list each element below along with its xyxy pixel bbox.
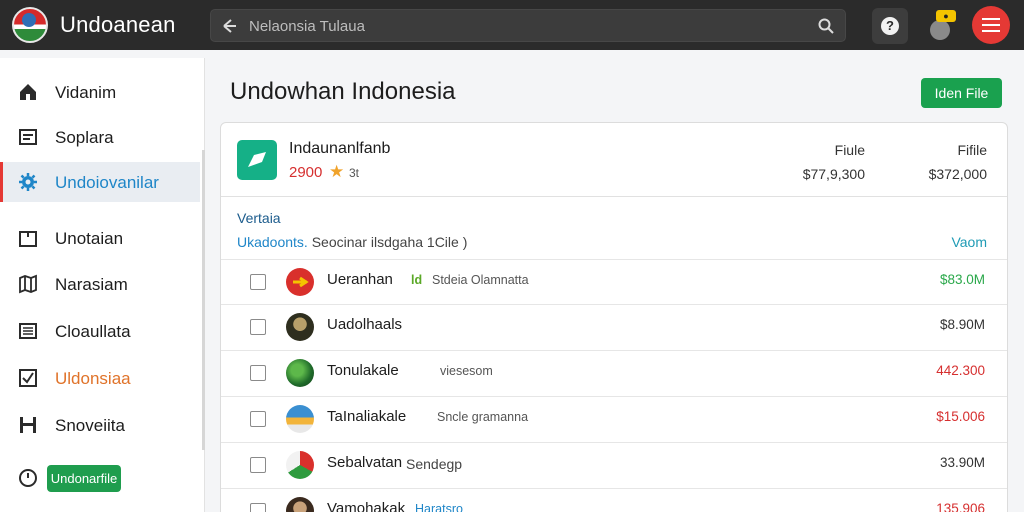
box-icon	[18, 228, 38, 248]
new-file-button[interactable]: Iden File	[921, 78, 1002, 108]
bell-icon	[930, 20, 950, 40]
sidebar-item-list[interactable]: Soplara	[0, 117, 200, 157]
list-icon	[18, 127, 38, 147]
row-name: Ueranhan	[327, 271, 393, 288]
sidebar-item-label: Uldonsiaa	[55, 369, 131, 388]
sidebar-item-table[interactable]: Cloaullata	[0, 311, 200, 351]
row-name: Tonulakale	[327, 362, 399, 379]
row-value: $15.006	[936, 409, 985, 424]
home-icon	[18, 82, 38, 102]
row-tag-highlight: ld	[411, 273, 423, 287]
power-icon[interactable]	[18, 468, 38, 488]
sidebar-item-checklist[interactable]: Uldonsiaa	[0, 358, 200, 398]
content-card: Indaunanlfanb 2900 ★ 3t Fiule $77,9,300 …	[220, 122, 1008, 512]
row-value: $83.0M	[939, 272, 985, 287]
stat-heading: Fifile	[957, 142, 987, 158]
rating-extra: 3t	[349, 166, 360, 180]
section-title: Vertaia	[237, 210, 281, 226]
sidebar-item-box[interactable]: Unotaian	[0, 218, 200, 258]
sidebar-item-label: Narasiam	[55, 275, 128, 294]
row-value: 442.300	[936, 363, 985, 378]
rating-value: 2900	[289, 164, 323, 181]
sidebar-item-home[interactable]: Vidanim	[0, 72, 200, 112]
card-header: Indaunanlfanb 2900 ★ 3t Fiule $77,9,300 …	[221, 123, 1007, 197]
avatar	[286, 268, 314, 296]
row-tag: viesesom	[440, 364, 493, 378]
row-checkbox[interactable]	[250, 365, 266, 381]
company-logo	[237, 140, 277, 180]
view-all-link[interactable]: Vaom	[951, 234, 987, 250]
back-arrow-icon[interactable]	[221, 17, 239, 35]
avatar	[286, 359, 314, 387]
avatar	[286, 497, 314, 512]
row-value: $8.90M	[939, 317, 985, 332]
row-checkbox[interactable]	[250, 503, 266, 512]
stat-column-1: Fiule $77,9,300	[745, 142, 865, 182]
app-title: Undoanean	[60, 12, 176, 37]
sidebar-item-label: Unotaian	[55, 229, 124, 248]
hamburger-icon	[982, 18, 1000, 20]
sidebar-scrollbar[interactable]	[202, 150, 205, 450]
star-icon: ★	[329, 162, 345, 181]
search-bar[interactable]	[210, 9, 846, 42]
sidebar-item-label: Snoveiita	[55, 416, 125, 435]
table-icon	[18, 321, 38, 341]
row-name: Uadolhaals	[327, 316, 403, 333]
search-icon[interactable]	[817, 17, 835, 35]
top-bar: Undoanean ? ●	[0, 0, 1024, 50]
menu-button[interactable]	[972, 6, 1010, 44]
sidebar: Vidanim Soplara Undoiovanilar Unotaian N…	[0, 58, 205, 512]
stat-heading: Fiule	[834, 142, 865, 158]
stat-value: $77,9,300	[802, 166, 865, 182]
checkbox-icon	[18, 368, 38, 388]
avatar	[286, 451, 314, 479]
stat-value: $372,000	[928, 166, 987, 182]
section-subtitle: Ukadoonts. Seocinar ilsdgaha 1Cile )	[237, 234, 467, 250]
stat-column-2: Fifile $372,000	[867, 142, 987, 182]
row-value: 135.906	[936, 501, 985, 512]
sidebar-item-label: Cloaullata	[55, 322, 131, 341]
sidebar-item-label: Soplara	[55, 128, 114, 147]
row-name: TaInaliakale	[327, 408, 407, 425]
sidebar-item-map[interactable]: Narasiam	[0, 264, 200, 304]
row-checkbox[interactable]	[250, 457, 266, 473]
avatar	[286, 313, 314, 341]
row-tag: Haratsro	[415, 502, 463, 512]
company-name: Indaunanlfanb	[289, 140, 391, 157]
sidebar-item-settings[interactable]: Undoiovanilar	[0, 162, 200, 202]
map-icon	[18, 274, 38, 294]
help-button[interactable]: ?	[872, 8, 908, 44]
row-tag: Sendegp	[406, 456, 463, 472]
row-name: Vamohakak	[327, 500, 406, 512]
table-row[interactable]: Uadolhaals $8.90M	[221, 304, 1007, 350]
row-checkbox[interactable]	[250, 411, 266, 427]
sidebar-item-label: Undoiovanilar	[55, 173, 159, 192]
sidebar-item-label: Vidanim	[55, 83, 117, 102]
row-checkbox[interactable]	[250, 319, 266, 335]
search-input[interactable]	[249, 14, 809, 38]
gear-icon	[18, 172, 38, 192]
notification-badge: ●	[936, 10, 956, 22]
table-row[interactable]: Ueranhan ld Stdeia Olamnatta $83.0M	[221, 259, 1007, 305]
page-title: Undowhan Indonesia	[230, 78, 456, 105]
row-tag: Stdeia Olamnatta	[432, 273, 529, 287]
row-value: 33.90M	[939, 455, 985, 470]
table-row[interactable]: TaInaliakale Sncle gramanna $15.006	[221, 396, 1007, 442]
row-tag: Sncle gramanna	[437, 410, 529, 424]
sidebar-item-save[interactable]: Snoveiita	[0, 405, 200, 445]
table-row[interactable]: Vamohakak Haratsro 135.906	[221, 488, 1007, 512]
notifications-button[interactable]: ●	[922, 8, 958, 44]
row-checkbox[interactable]	[250, 274, 266, 290]
save-icon	[18, 415, 38, 435]
avatar	[286, 405, 314, 433]
section-sub-text: Seocinar ilsdgaha 1Cile )	[311, 234, 468, 250]
table-row[interactable]: Tonulakale viesesom 442.300	[221, 350, 1007, 396]
help-icon: ?	[881, 17, 899, 35]
section-sub-link[interactable]: Ukadoonts.	[237, 234, 308, 250]
row-name: Sebalvatan	[327, 454, 403, 471]
table-row[interactable]: Sebalvatan Sendegp 33.90M	[221, 442, 1007, 488]
app-logo[interactable]	[12, 7, 48, 43]
sidebar-cta-button[interactable]: Undonarfile	[47, 465, 121, 492]
